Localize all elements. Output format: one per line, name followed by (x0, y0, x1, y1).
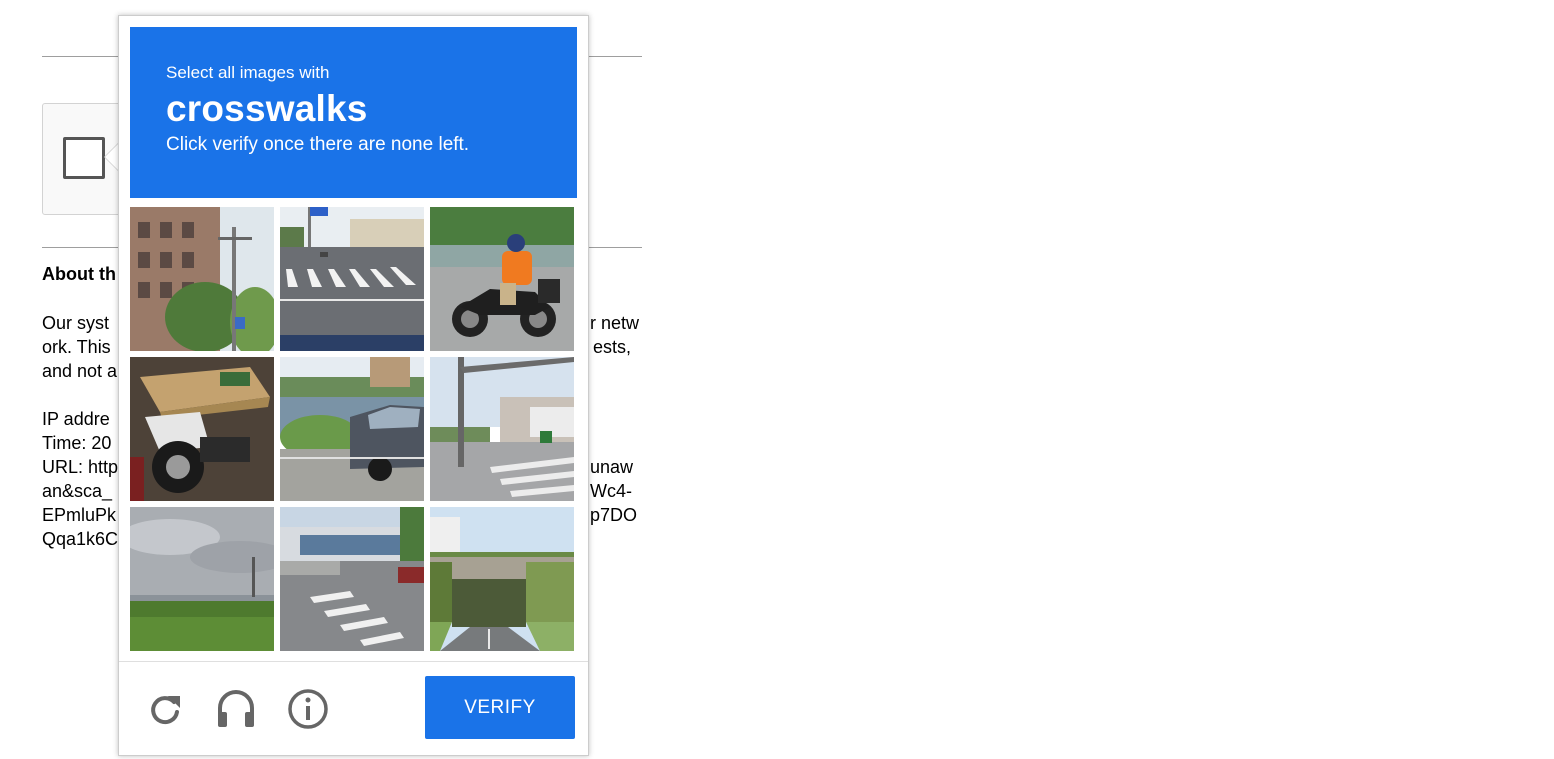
instruction-prefix: Select all images with (166, 63, 330, 82)
image-grid (130, 207, 577, 654)
image-tile-4[interactable] (130, 357, 274, 501)
paragraph-line-1: Our syst (42, 313, 110, 333)
image-tile-5[interactable] (280, 357, 424, 501)
tile-5-image (280, 357, 424, 501)
info-right-1: unaw (590, 457, 634, 477)
reload-button[interactable] (144, 688, 186, 730)
challenge-header: Select all images with crosswalks Click … (130, 27, 577, 198)
image-tile-9[interactable] (430, 507, 574, 651)
headphones-icon (218, 690, 254, 727)
tile-3-image (430, 207, 574, 351)
instruction-hint: Click verify once there are none left. (166, 134, 470, 155)
info-line-5: EPmluPk (42, 505, 117, 525)
tile-6-image (430, 357, 574, 501)
info-right-3: p7DO (590, 505, 638, 525)
reload-icon (151, 696, 180, 725)
info-right-2: Wc4- (590, 481, 632, 501)
verify-button[interactable]: VERIFY (425, 676, 575, 739)
audio-challenge-button[interactable] (215, 688, 257, 730)
image-tile-6[interactable] (430, 357, 574, 501)
info-line-time: Time: 20 (42, 433, 112, 453)
image-tile-2[interactable] (280, 207, 424, 351)
info-line-4: an&sca_ (42, 481, 113, 501)
tile-4-image (130, 357, 274, 501)
paragraph-line-2: ork. This (42, 337, 111, 357)
info-icon (288, 689, 328, 729)
info-line-6: Qqa1k6C (42, 529, 119, 549)
recaptcha-checkbox[interactable] (63, 137, 105, 179)
image-tile-7[interactable] (130, 507, 274, 651)
paragraph-right-1: r netw (590, 313, 640, 333)
info-line-url: URL: http (42, 457, 119, 477)
tile-8-image (280, 507, 424, 651)
paragraph-right-2: ests, (593, 337, 632, 357)
tile-7-image (130, 507, 274, 651)
tile-1-image (130, 207, 274, 351)
image-tile-3[interactable] (430, 207, 574, 351)
info-button[interactable] (287, 688, 329, 730)
tile-9-image (430, 507, 574, 651)
captcha-challenge-dialog: Select all images with crosswalks Click … (118, 15, 589, 756)
target-object: crosswalks (166, 88, 368, 129)
tile-2-image (280, 207, 424, 351)
info-line-ip: IP addre (42, 409, 110, 429)
about-heading: About th (42, 264, 116, 284)
footer-divider (119, 661, 588, 662)
image-tile-8[interactable] (280, 507, 424, 651)
image-tile-1[interactable] (130, 207, 274, 351)
paragraph-line-3: and not a (42, 361, 118, 381)
